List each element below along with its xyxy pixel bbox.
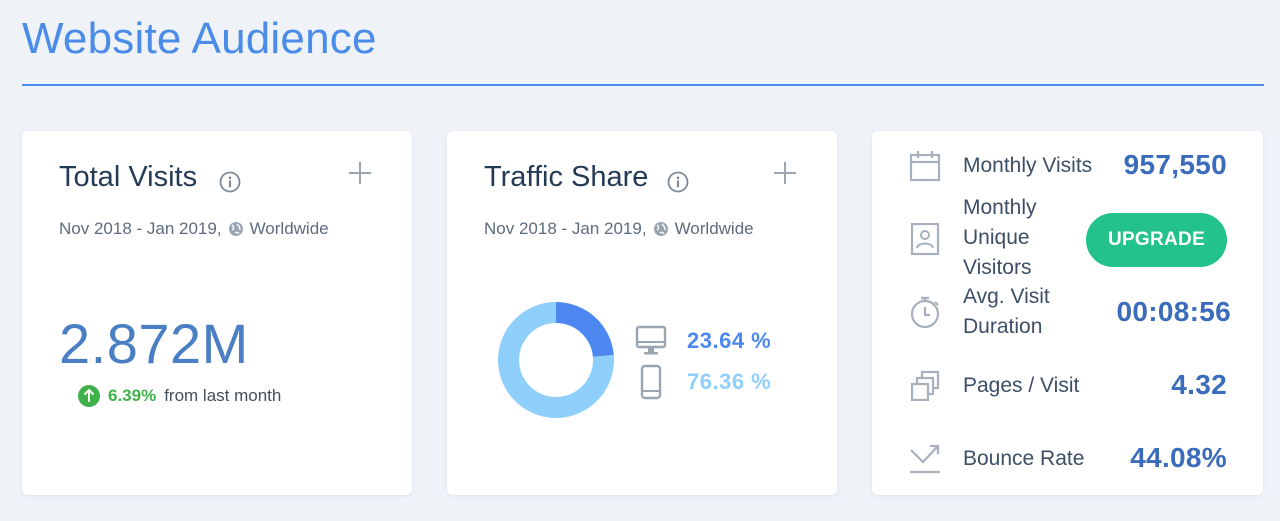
date-range: Nov 2018 - Jan 2019, xyxy=(484,219,647,238)
change-text: from last month xyxy=(164,386,282,405)
desktop-share-percent: 23.64 % xyxy=(687,328,772,353)
date-region-line: Nov 2018 - Jan 2019, Worldwide xyxy=(484,219,754,239)
plus-icon[interactable] xyxy=(773,161,797,185)
label-line: Avg. Visit xyxy=(963,285,1050,308)
globe-icon xyxy=(228,222,243,236)
total-visits-card: Total Visits Nov 2018 - Jan 2019, Worldw… xyxy=(22,131,412,495)
traffic-share-title: Traffic Share xyxy=(484,161,649,193)
mobile-share-row: 76.36 % xyxy=(635,364,771,400)
desktop-share-row: 23.64 % xyxy=(635,323,771,359)
pages-per-visit-value: 4.32 xyxy=(1171,369,1227,400)
traffic-share-donut[interactable] xyxy=(497,301,615,419)
pages-per-visit-label: Pages / Visit xyxy=(963,374,1080,397)
date-range: Nov 2018 - Jan 2019, xyxy=(59,219,222,238)
total-visits-title: Total Visits xyxy=(59,161,198,193)
desktop-icon xyxy=(635,325,667,355)
id-card-icon xyxy=(910,222,940,256)
bounce-rate-label: Bounce Rate xyxy=(963,447,1085,470)
monthly-visits-label: Monthly Visits xyxy=(963,154,1093,177)
visit-duration-label: Avg. Visit Duration xyxy=(963,282,1050,342)
globe-icon xyxy=(653,222,668,236)
total-visits-value: 2.872M xyxy=(59,312,249,375)
label-line: Monthly xyxy=(963,196,1037,219)
region: Worldwide xyxy=(249,219,329,238)
desktop-segment[interactable] xyxy=(556,302,614,357)
bounce-rate-value: 44.08% xyxy=(1130,442,1227,473)
title-divider xyxy=(22,84,1264,86)
pages-per-visit-row: Pages / Visit 4.32 xyxy=(872,369,1263,403)
info-icon[interactable] xyxy=(667,171,689,193)
pages-icon xyxy=(910,370,940,402)
change-percent: 6.39% xyxy=(108,386,157,405)
audience-metrics-card: Monthly Visits 957,550 Monthly Unique Vi… xyxy=(872,131,1263,495)
traffic-share-card: Traffic Share Nov 2018 - Jan 2019, World… xyxy=(447,131,837,495)
up-arrow-icon xyxy=(78,385,100,407)
label-line: Duration xyxy=(963,315,1043,338)
monthly-visits-value: 957,550 xyxy=(1123,149,1227,180)
info-icon[interactable] xyxy=(219,171,241,193)
mobile-share-percent: 76.36 % xyxy=(687,369,772,394)
date-region-line: Nov 2018 - Jan 2019, Worldwide xyxy=(59,219,329,239)
mobile-icon xyxy=(640,364,662,400)
region: Worldwide xyxy=(674,219,754,238)
bounce-arrow-icon xyxy=(910,444,940,474)
label-line: Visitors xyxy=(963,256,1032,279)
visit-duration-value: 00:08:56 xyxy=(1116,296,1231,327)
unique-visitors-label: Monthly Unique Visitors xyxy=(963,193,1037,283)
page-title: Website Audience xyxy=(22,14,377,63)
change-indicator: 6.39% from last month xyxy=(78,385,281,407)
plus-icon[interactable] xyxy=(348,161,372,185)
bounce-rate-row: Bounce Rate 44.08% xyxy=(872,442,1263,476)
visit-duration-row: Avg. Visit Duration 00:08:56 xyxy=(872,282,1263,344)
label-line: Unique xyxy=(963,226,1030,249)
upgrade-button[interactable]: UPGRADE xyxy=(1086,213,1227,267)
monthly-visits-row: Monthly Visits 957,550 xyxy=(872,149,1263,183)
calendar-icon xyxy=(909,151,941,182)
stopwatch-icon xyxy=(910,296,940,329)
